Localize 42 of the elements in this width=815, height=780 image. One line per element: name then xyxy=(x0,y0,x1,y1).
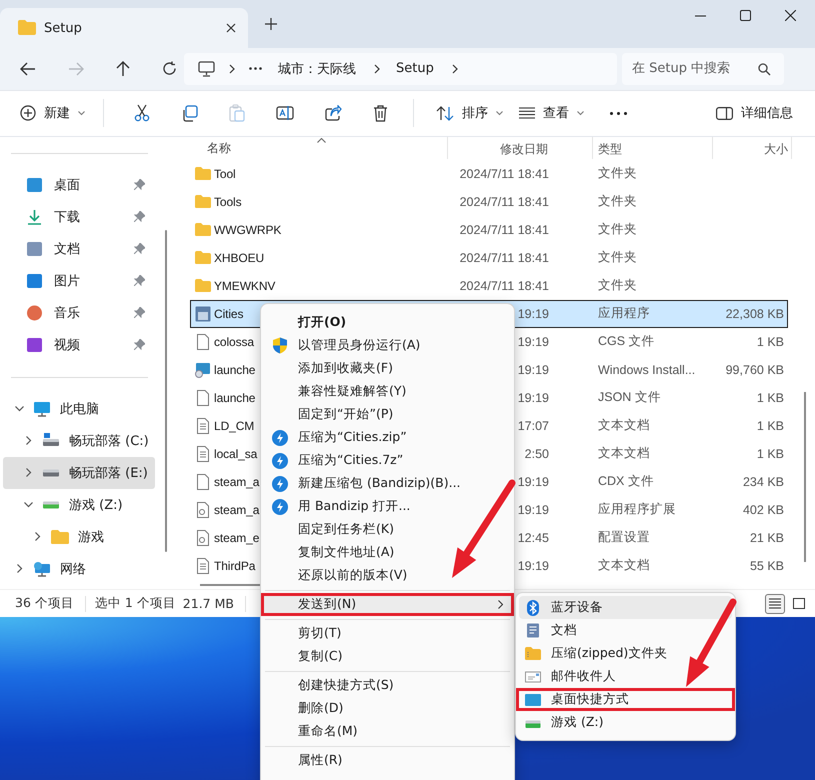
date-cell-text: 17:07 xyxy=(516,418,550,433)
date-cell-text: 19:19 xyxy=(516,502,550,517)
size-cell-text: 1 KB xyxy=(756,334,785,349)
date-cell-text: 19:19 xyxy=(516,334,550,349)
date-cell-text: 2024/7/11 18:41 xyxy=(458,166,550,181)
type-cell-text: 文件夹 xyxy=(597,193,638,210)
selection-size: 21.7 MB xyxy=(182,596,234,612)
date-cell-text: 2024/7/11 18:41 xyxy=(458,278,550,293)
type-cell-text: 文件夹 xyxy=(597,277,638,294)
date-cell-text: 12:45 xyxy=(516,530,550,545)
size-cell-text: 55 KB xyxy=(748,558,785,573)
date-cell-text: 19:19 xyxy=(516,362,550,377)
type-cell-text: 配置设置 xyxy=(597,529,651,546)
size-cell-text: 1 KB xyxy=(756,390,785,405)
type-cell-text: 文件夹 xyxy=(597,249,638,266)
type-cell-text: 文件夹 xyxy=(597,165,638,182)
date-cell-text: 2024/7/11 18:41 xyxy=(458,194,550,209)
date-cell-text: 19:19 xyxy=(516,390,550,405)
size-cell-text: 21 KB xyxy=(748,530,785,545)
date-cell-text: 19:19 xyxy=(516,558,550,573)
type-cell-text: CGS 文件 xyxy=(597,333,656,350)
type-cell-text: 文件夹 xyxy=(597,221,638,238)
size-cell-text: 1 KB xyxy=(756,418,785,433)
size-cell-text: 22,308 KB xyxy=(724,306,785,321)
date-cell-text: 2:50 xyxy=(524,446,550,461)
size-cell-text: 1 KB xyxy=(756,446,785,461)
selection-count: 选中 1 个项目 xyxy=(94,595,176,612)
type-cell-text: 应用程序扩展 xyxy=(597,501,677,518)
type-cell-text: 应用程序 xyxy=(597,305,651,322)
size-cell-text: 402 KB xyxy=(742,502,785,517)
type-cell-text: Windows Install... xyxy=(597,362,696,377)
item-count: 36 个项目 xyxy=(15,595,74,612)
date-cell-text: 19:19 xyxy=(516,306,550,321)
type-cell-text: 文本文档 xyxy=(597,445,651,462)
type-cell-text: 文本文档 xyxy=(597,417,651,434)
type-cell-text: CDX 文件 xyxy=(597,473,655,490)
size-cell-text: 234 KB xyxy=(742,474,785,489)
type-cell-text: JSON 文件 xyxy=(597,389,662,406)
type-cell-text: 文本文档 xyxy=(597,557,651,574)
date-cell-text: 2024/7/11 18:41 xyxy=(458,250,550,265)
size-cell-text: 99,760 KB xyxy=(724,362,785,377)
date-cell-text: 2024/7/11 18:41 xyxy=(458,222,550,237)
